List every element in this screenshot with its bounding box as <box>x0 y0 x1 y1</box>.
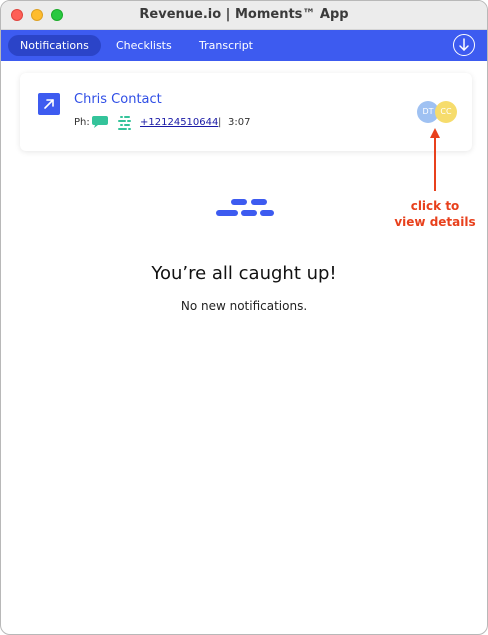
annotation-line-2: view details <box>394 215 476 229</box>
phone-number-link[interactable]: +12124510644 <box>140 117 218 128</box>
meta-separator: | <box>218 117 222 128</box>
download-icon[interactable] <box>453 34 475 56</box>
tab-notifications[interactable]: Notifications <box>8 35 101 56</box>
app-window: Revenue.io | Moments™ App Notifications … <box>0 0 488 635</box>
empty-state-title: You’re all caught up! <box>151 263 337 284</box>
sms-bubble-icon[interactable] <box>91 115 109 132</box>
transcript-lines-icon[interactable] <box>116 114 134 135</box>
annotation-line-1: click to <box>410 199 460 213</box>
open-external-icon[interactable] <box>38 93 60 115</box>
contact-name-link[interactable]: Chris Contact <box>74 92 162 107</box>
title-bar: Revenue.io | Moments™ App <box>1 1 487 30</box>
tab-transcript[interactable]: Transcript <box>187 35 265 56</box>
phone-label: Ph: <box>74 117 90 128</box>
annotation-text: click to view details <box>385 198 485 230</box>
notification-card[interactable]: Chris Contact Ph: +12124510644 | 3:07 DT… <box>20 73 472 151</box>
annotation-arrow-icon <box>430 128 440 191</box>
avatar-cc[interactable]: CC <box>435 101 457 123</box>
tab-checklists[interactable]: Checklists <box>104 35 184 56</box>
window-title: Revenue.io | Moments™ App <box>139 7 349 22</box>
empty-state-logo-icon <box>216 199 274 216</box>
nav-bar: Notifications Checklists Transcript <box>1 30 487 61</box>
down-arrow-icon <box>459 38 469 51</box>
empty-state-subtitle: No new notifications. <box>180 299 308 313</box>
arrow-up-right-icon <box>44 99 54 109</box>
call-duration: 3:07 <box>228 117 251 128</box>
